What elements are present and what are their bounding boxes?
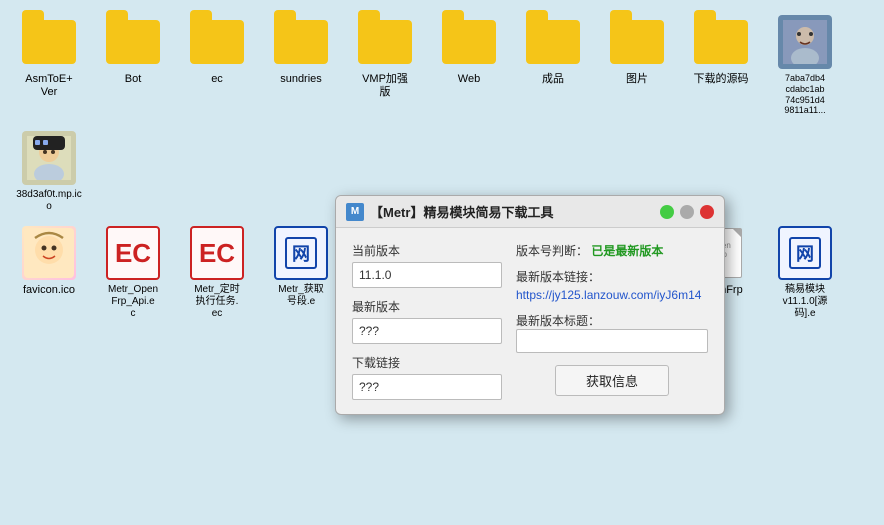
current-version-label: 当前版本 [352,242,502,259]
current-version-field: 当前版本 [352,242,502,288]
icon-label-finished: 成品 [542,73,564,86]
icon-label-Bot: Bot [125,73,142,86]
latest-version-label: 最新版本 [352,298,502,315]
dialog-body: 当前版本 最新版本 下载链接 版本号判断： 已是最新版本 最新版本链接： htt… [336,228,724,414]
icon-Metr-OpenFrp-Api[interactable]: EC Metr_OpenFrp_Api.ec [94,221,172,324]
dialog-left-panel: 当前版本 最新版本 下载链接 [352,242,502,400]
current-version-input[interactable] [352,262,502,288]
latest-title-input[interactable] [516,329,708,353]
icon-label-dl-source: 下载的源码 [694,73,749,86]
latest-title-row: 最新版本标题： [516,312,708,353]
dialog-titlebar: M 【Metr】精易模块简易下载工具 [336,196,724,228]
icon-label-VMP: VMP加强版 [362,73,408,99]
svg-text:网: 网 [292,244,310,264]
icon-Metr-timer[interactable]: EC Metr_定时执行任务.ec [178,221,256,324]
icon-sundries[interactable]: sundries [262,10,340,120]
icon-easy-module[interactable]: 网 稿易模块v11.1.0[源码].e [766,221,844,324]
ec-icon-2: EC [190,226,244,280]
svg-text:网: 网 [796,244,814,264]
ec-icon-1: EC [106,226,160,280]
version-check-label: 版本号判断： [516,244,588,258]
maximize-button[interactable] [680,205,694,219]
latest-link-value: https://jy125.lanzouw.com/iyJ6m14 [516,288,701,302]
icon-label-Metr-timer: Metr_定时执行任务.ec [194,284,240,320]
icon-label-38d3af0t: 38d3af0t.mp.ico [14,189,84,213]
icon-Web[interactable]: Web [430,10,508,120]
icon-label-sundries: sundries [280,73,322,86]
icon-Bot[interactable]: Bot [94,10,172,120]
dialog-title-text: 【Metr】精易模块简易下载工具 [370,202,654,221]
icon-dl-source[interactable]: 下载的源码 [682,10,760,120]
latest-link-status: 最新版本链接： https://jy125.lanzouw.com/iyJ6m1… [516,268,708,304]
icon-label-pictures: 图片 [626,73,648,86]
titlebar-buttons [660,205,714,219]
icon-Metr-get[interactable]: 网 Metr_获取号段.e [262,221,340,324]
icon-7aba7db4[interactable]: 7aba7db4cdabc1ab74c951d49811a11... [766,10,844,120]
version-check-value: 已是最新版本 [591,244,663,258]
icon-label-ec: ec [211,73,223,86]
icon-pictures[interactable]: 图片 [598,10,676,120]
icon-VMP[interactable]: VMP加强版 [346,10,424,120]
icon-finished[interactable]: 成品 [514,10,592,120]
icon-label-Web: Web [458,73,480,86]
icon-label-favicon: favicon.ico [23,284,75,297]
minimize-button[interactable] [660,205,674,219]
latest-version-field: 最新版本 [352,298,502,344]
icon-ec[interactable]: ec [178,10,256,120]
dialog-title-icon: M [346,203,364,221]
close-button[interactable] [700,205,714,219]
latest-title-label: 最新版本标题： [516,312,708,329]
desktop-row-1: AsmToE+Ver Bot ec sundries VMP加强版 [10,10,874,217]
dialog-window: M 【Metr】精易模块简易下载工具 当前版本 最新版本 下载链接 [335,195,725,415]
icon-label-Metr-get: Metr_获取号段.e [278,284,324,308]
icon-label-7aba7db4: 7aba7db4cdabc1ab74c951d49811a11... [784,73,825,116]
download-link-field: 下载链接 [352,354,502,400]
icon-38d3af0t[interactable]: 38d3af0t.mp.ico [10,126,88,217]
download-link-input[interactable] [352,374,502,400]
icon-AsmToE[interactable]: AsmToE+Ver [10,10,88,120]
icon-label-easy-module: 稿易模块v11.1.0[源码].e [783,284,828,320]
icon-favicon[interactable]: favicon.ico [10,221,88,324]
download-link-label: 下载链接 [352,354,502,371]
fetch-info-button[interactable]: 获取信息 [555,365,669,396]
blue-border-icon-2: 网 [778,226,832,280]
blue-border-icon-1: 网 [274,226,328,280]
icon-label-Metr-OpenFrp-Api: Metr_OpenFrp_Api.ec [108,284,158,320]
version-check-status: 版本号判断： 已是最新版本 [516,242,708,260]
latest-link-label: 最新版本链接： [516,270,600,284]
latest-version-input[interactable] [352,318,502,344]
dialog-right-panel: 版本号判断： 已是最新版本 最新版本链接： https://jy125.lanz… [516,242,708,400]
icon-label-AsmToE: AsmToE+Ver [25,73,72,99]
